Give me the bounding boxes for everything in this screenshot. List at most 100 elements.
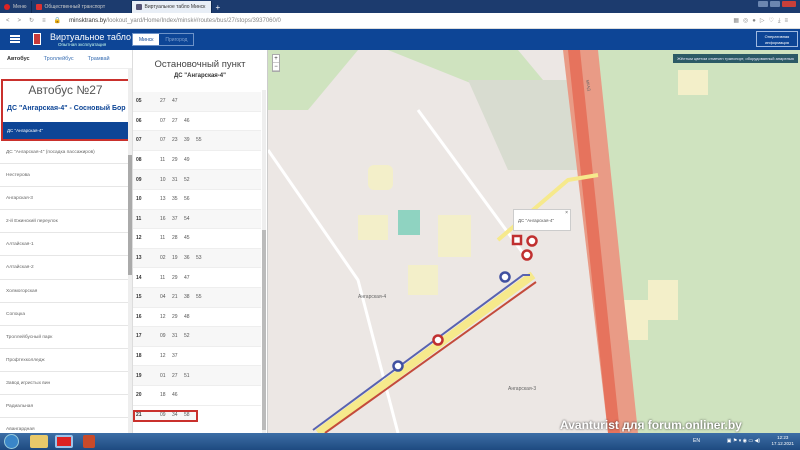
timetable-row: 18 12 37 (133, 347, 261, 367)
minute: 27 (160, 98, 166, 105)
menu-icon[interactable]: ≡ (42, 18, 46, 24)
minute: 16 (160, 215, 166, 222)
map[interactable]: Ангарская-4 Ангарская-3 МКАД + − Жёлтым ц… (268, 50, 800, 433)
timetable-panel: Остановочный пункт ДС "Ангарская-4" 05 27… (133, 50, 268, 433)
minute: 39 (184, 137, 190, 144)
minute: 07 (160, 117, 166, 124)
route-name[interactable]: ДС "Ангарская-4" - Сосновый Бор (3, 105, 128, 112)
minute: 58 (184, 412, 190, 418)
tab-transport[interactable]: Общественный транспорт (32, 1, 132, 13)
app-taskbar-icon[interactable] (83, 435, 95, 448)
taskbar: EN ▣ ⚑ ▾ ◉ ▭ ◀) 12:23 17.12.2021 (0, 433, 800, 450)
minute: 38 (184, 294, 190, 301)
operative-info-button[interactable]: Оперативная информация (756, 31, 798, 47)
minute: 21 (172, 294, 178, 301)
back-icon[interactable]: < (6, 18, 10, 24)
forward-icon[interactable]: > (18, 18, 22, 24)
timetable-row: 16 12 29 48 (133, 308, 261, 328)
close-button[interactable] (782, 1, 796, 7)
map-label: Ангарская-4 (358, 294, 386, 300)
tray-language[interactable]: EN (693, 438, 700, 444)
tab-trolleybus[interactable]: Троллейбус (37, 56, 81, 62)
minute: 51 (184, 372, 190, 379)
map-zoom-controls: + − (272, 54, 280, 72)
minimize-button[interactable] (758, 1, 768, 7)
timetable-row: 15 04 21 38 55 (133, 287, 261, 308)
popup-close-icon[interactable]: × (565, 202, 568, 224)
stop-list-scrollbar[interactable] (128, 69, 132, 433)
selected-stop[interactable]: ДС "Ангарская-4" (3, 122, 128, 139)
hour: 08 (136, 157, 142, 164)
minute: 29 (172, 274, 178, 281)
stop-item[interactable]: Алтайская-2 (0, 256, 128, 280)
reload-icon[interactable]: ↻ (29, 17, 34, 24)
minute: 46 (172, 392, 178, 399)
minute: 55 (196, 137, 202, 144)
minute: 35 (172, 196, 178, 203)
stop-item[interactable]: Завод игристых вин (0, 372, 128, 396)
minute: 11 (160, 274, 166, 281)
timetable-row: 09 10 31 52 (133, 170, 261, 190)
new-tab-button[interactable]: + (212, 1, 225, 13)
minute: 56 (184, 196, 190, 203)
timetable-row: 13 02 19 36 53 (133, 248, 261, 269)
stop-item[interactable]: Холмогорская (0, 280, 128, 303)
browser-toolbar-icons[interactable]: ▦◎●▷♡⤓≡ (733, 17, 792, 25)
timetable-row: 11 16 37 54 (133, 209, 261, 230)
stop-item[interactable]: Ангарская-3 (0, 187, 128, 211)
stop-item[interactable]: Профтехколледж (0, 349, 128, 372)
tab-virtual-board[interactable]: Виртуальное табло Минск (131, 1, 212, 13)
timetable-row: 12 11 28 45 (133, 229, 261, 249)
minute: 19 (172, 255, 178, 262)
stop-popup: ДС "Ангарская-4" × (513, 209, 571, 231)
zoom-in-button[interactable]: + (273, 55, 279, 63)
stop-item[interactable]: Алтайская-1 (0, 233, 128, 257)
start-button-icon[interactable] (4, 434, 19, 449)
minute: 45 (184, 235, 190, 242)
stop-item[interactable]: 2-й Ежинский переулок (0, 210, 128, 234)
stop-item[interactable]: Авангардная (0, 418, 128, 433)
clock[interactable]: 12:23 17.12.2021 (771, 435, 794, 447)
minute: 11 (160, 157, 166, 164)
hour: 18 (136, 353, 142, 360)
timetable-rows: 05 27 47 06 07 27 46 07 07 23 39 55 08 11 29 49 09 10 31 52… (133, 92, 261, 422)
city-suburb[interactable]: Пригород (159, 34, 193, 45)
opera-taskbar-icon[interactable] (55, 435, 73, 448)
minute: 54 (184, 215, 190, 222)
stop-item[interactable]: Нестерова (0, 164, 128, 188)
map-legend: Жёлтым цветом отмечен транспорт, оборудо… (673, 54, 798, 63)
hour: 06 (136, 117, 142, 124)
minute: 23 (172, 137, 178, 144)
tab-bus[interactable]: Автобус (0, 56, 37, 62)
stop-list: ДС "Ангарская-4" (посадка пассажиров) Не… (0, 141, 128, 433)
hour: 15 (136, 294, 142, 301)
terminal-marker (511, 234, 523, 246)
stop-item[interactable]: Сопоцка (0, 303, 128, 326)
url-input[interactable]: minsktrans.by/lookout_yard/Home/Index/mi… (69, 18, 281, 24)
minute: 02 (160, 255, 166, 262)
zoom-out-button[interactable]: − (273, 63, 279, 71)
hour: 12 (136, 235, 142, 242)
tray-icons[interactable]: ▣ ⚑ ▾ ◉ ▭ ◀) (727, 438, 760, 444)
city-minsk[interactable]: Минск (133, 34, 160, 45)
hour: 14 (136, 274, 142, 281)
minute: 29 (172, 313, 178, 320)
app-title: Виртуальное табло (50, 32, 132, 42)
stop-item[interactable]: Троллейбусный парк (0, 326, 128, 349)
timetable-scrollbar[interactable] (262, 90, 266, 433)
hour: 11 (136, 215, 142, 222)
stop-item[interactable]: ДС "Ангарская-4" (посадка пассажиров) (0, 141, 128, 165)
timetable-row: 07 07 23 39 55 (133, 131, 261, 151)
explorer-icon[interactable] (30, 435, 48, 448)
app-header: Виртуальное табло Опытная эксплуатация М… (0, 29, 800, 50)
tab-menu[interactable]: Меню (0, 1, 32, 13)
stop-item[interactable]: Радиальная (0, 395, 128, 419)
hour: 16 (136, 313, 142, 320)
maximize-button[interactable] (770, 1, 780, 7)
tab-tram[interactable]: Трамвай (81, 56, 117, 62)
hamburger-menu-icon[interactable] (10, 35, 20, 43)
app-subtitle: Опытная эксплуатация (58, 42, 107, 47)
transport-mode-tabs: Автобус Троллейбус Трамвай (0, 50, 132, 69)
hour: 09 (136, 176, 142, 183)
timetable-stop-name: ДС "Ангарская-4" (174, 73, 226, 79)
